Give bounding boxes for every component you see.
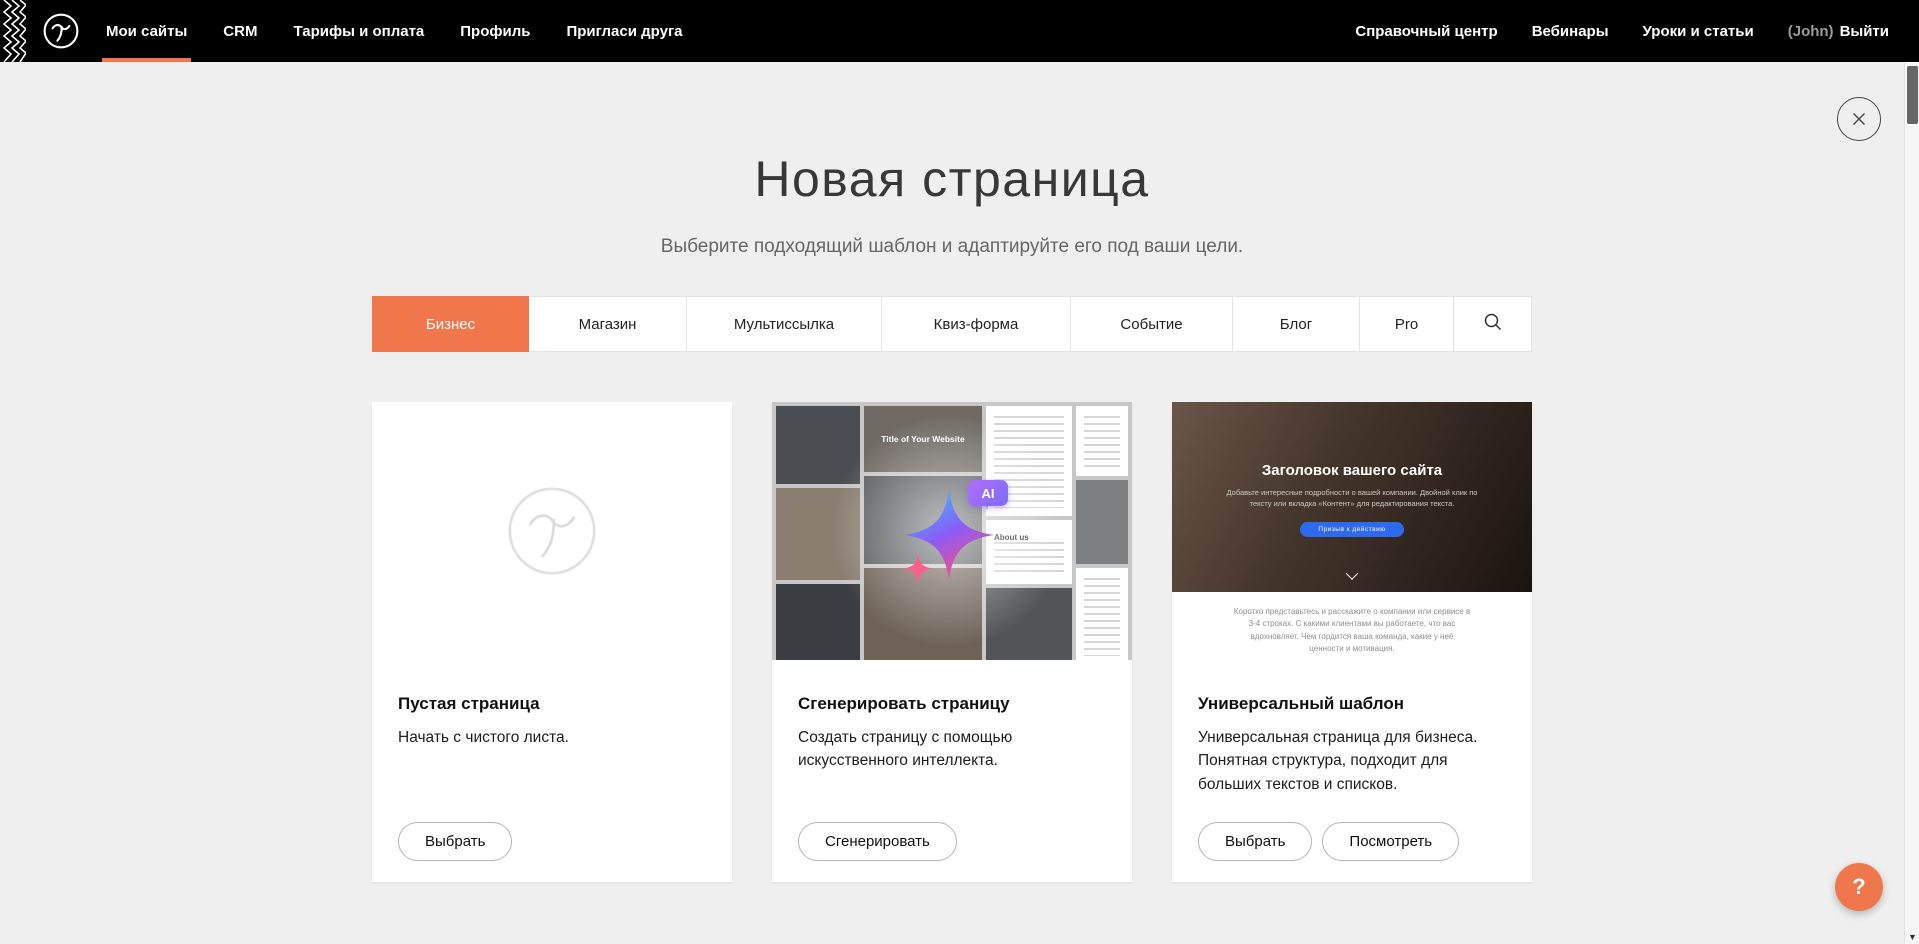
nav-tariffs[interactable]: Тарифы и оплата <box>293 0 424 62</box>
tab-multilink[interactable]: Мультиссылка <box>686 296 882 352</box>
logout-link[interactable]: Выйти <box>1840 23 1889 40</box>
template-category-tabs: Бизнес Магазин Мультиссылка Квиз-форма С… <box>372 296 1532 352</box>
card-description: Создать страницу с помощью искусственног… <box>798 726 1106 773</box>
select-blank-button[interactable]: Выбрать <box>398 822 512 861</box>
card-actions: Сгенерировать <box>798 822 957 861</box>
new-page-dialog: Новая страница Выберите подходящий шабло… <box>0 62 1904 944</box>
hero-text: Добавьте интересные подробности о вашей … <box>1215 487 1489 510</box>
universal-body-section: Коротко представьтесь и расскажите о ком… <box>1172 592 1532 660</box>
nav-profile[interactable]: Профиль <box>460 0 530 62</box>
card-title: Пустая страница <box>398 694 706 714</box>
search-tab[interactable] <box>1453 296 1532 352</box>
card-body: Универсальный шаблон Универсальная стран… <box>1172 660 1532 796</box>
tab-pro[interactable]: Pro <box>1359 296 1454 352</box>
universal-hero: Заголовок вашего сайта Добавьте интересн… <box>1172 402 1532 592</box>
page-title: Новая страница <box>0 150 1904 208</box>
tilda-watermark-icon <box>503 482 601 580</box>
nav-crm[interactable]: CRM <box>223 0 257 62</box>
ai-preview-collage: Title of Your Website About us <box>772 402 1132 660</box>
page-subtitle: Выберите подходящий шаблон и адаптируйте… <box>0 236 1904 258</box>
universal-preview: Заголовок вашего сайта Добавьте интересн… <box>1172 402 1532 660</box>
secondary-nav: Справочный центр Вебинары Уроки и статьи… <box>1355 0 1889 62</box>
nav-webinars[interactable]: Вебинары <box>1532 0 1609 62</box>
scrollbar-thumb[interactable] <box>1907 66 1918 124</box>
template-card-universal[interactable]: Заголовок вашего сайта Добавьте интересн… <box>1172 402 1532 882</box>
card-actions: Выбрать <box>398 822 512 861</box>
card-actions: Выбрать Посмотреть <box>1198 822 1459 861</box>
preview-universal-button[interactable]: Посмотреть <box>1322 822 1459 861</box>
app: Мои сайты CRM Тарифы и оплата Профиль Пр… <box>0 0 1919 944</box>
card-title: Сгенерировать страницу <box>798 694 1106 714</box>
blank-page-preview <box>372 402 732 660</box>
nav-lessons[interactable]: Уроки и статьи <box>1643 0 1754 62</box>
chevron-down-icon <box>1346 567 1359 580</box>
user-block: (John) Выйти <box>1788 23 1889 40</box>
generate-button[interactable]: Сгенерировать <box>798 822 957 861</box>
scroll-down-arrow[interactable]: ▼ <box>1905 932 1919 942</box>
universal-body-text: Коротко представьтесь и расскажите о ком… <box>1233 606 1471 656</box>
nav-invite-friend[interactable]: Пригласи друга <box>566 0 682 62</box>
tab-store[interactable]: Магазин <box>528 296 687 352</box>
hero-cta-button: Призыв к действию <box>1300 522 1403 537</box>
nav-help-center[interactable]: Справочный центр <box>1355 0 1497 62</box>
nav-my-sites[interactable]: Мои сайты <box>106 0 187 62</box>
tab-blog[interactable]: Блог <box>1232 296 1360 352</box>
tab-quiz-form[interactable]: Квиз-форма <box>881 296 1071 352</box>
select-universal-button[interactable]: Выбрать <box>1198 822 1312 861</box>
tilda-logo-icon[interactable] <box>42 12 80 50</box>
card-body: Сгенерировать страницу Создать страницу … <box>772 660 1132 773</box>
ai-badge: AI <box>968 480 1008 506</box>
template-grid: Пустая страница Начать с чистого листа. … <box>372 402 1532 944</box>
hero-title: Заголовок вашего сайта <box>1262 462 1442 479</box>
card-description: Универсальная страница для бизнеса. Поня… <box>1198 726 1506 796</box>
tab-event[interactable]: Событие <box>1070 296 1233 352</box>
search-icon <box>1483 312 1503 336</box>
vertical-scrollbar[interactable]: ▼ <box>1904 62 1919 944</box>
main-nav: Мои сайты CRM Тарифы и оплата Профиль Пр… <box>106 0 683 62</box>
topbar: Мои сайты CRM Тарифы и оплата Профиль Пр… <box>0 0 1919 62</box>
card-body: Пустая страница Начать с чистого листа. <box>372 660 732 749</box>
help-button[interactable]: ? <box>1835 863 1883 911</box>
user-name: (John) <box>1788 23 1834 40</box>
card-title: Универсальный шаблон <box>1198 694 1506 714</box>
tab-business[interactable]: Бизнес <box>372 296 529 352</box>
template-card-blank[interactable]: Пустая страница Начать с чистого листа. … <box>372 402 732 882</box>
close-button[interactable] <box>1837 97 1881 141</box>
card-description: Начать с чистого листа. <box>398 726 706 749</box>
zigzag-decoration <box>0 0 26 62</box>
template-card-ai-generate[interactable]: Title of Your Website About us <box>772 402 1132 882</box>
